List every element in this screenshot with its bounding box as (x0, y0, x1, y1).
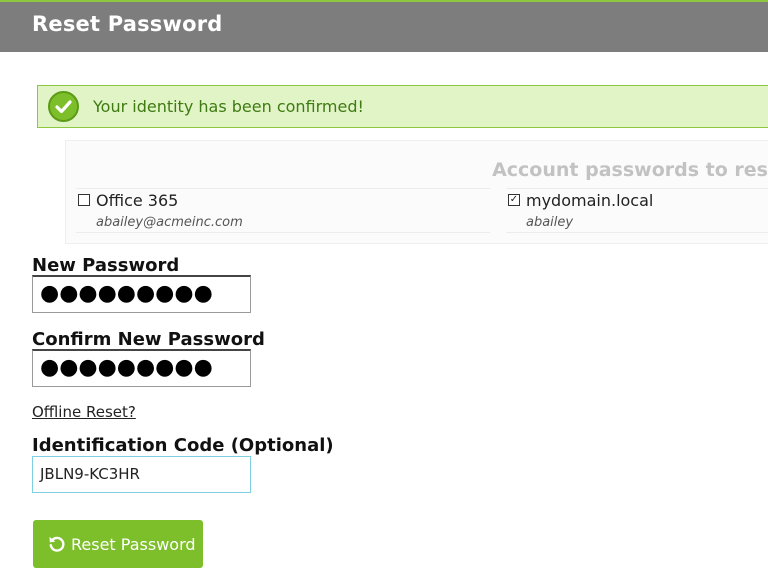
check-circle-icon (48, 91, 79, 122)
id-code-label: Identification Code (Optional) (32, 435, 334, 456)
account-name: mydomain.local (526, 191, 654, 210)
alert-message: Your identity has been confirmed! (93, 97, 364, 116)
reset-password-label: Reset Password (71, 535, 196, 554)
account-name: Office 365 (96, 191, 179, 210)
new-password-input[interactable]: ●●●●●●●●● (32, 275, 251, 313)
success-alert: Your identity has been confirmed! (37, 85, 768, 128)
id-code-input[interactable]: JBLN9-KC3HR (32, 456, 251, 493)
refresh-icon (48, 535, 66, 557)
account-user: abailey (526, 215, 574, 230)
account-item-office365: Office 365 abailey@acmeinc.com (76, 188, 490, 233)
reset-password-button[interactable]: Reset Password (33, 520, 203, 568)
offline-reset-link[interactable]: Offline Reset? (32, 403, 136, 421)
office365-checkbox[interactable] (78, 194, 90, 206)
mydomain-checkbox[interactable]: ✓ (508, 194, 520, 206)
confirm-password-label: Confirm New Password (32, 329, 265, 350)
new-password-label: New Password (32, 255, 180, 276)
confirm-password-input[interactable]: ●●●●●●●●● (32, 349, 251, 387)
account-item-mydomain: ✓ mydomain.local abailey (506, 188, 768, 233)
accounts-panel: Account passwords to reset Office 365 ab… (65, 140, 768, 244)
page-header: Reset Password (0, 0, 768, 52)
page-title: Reset Password (32, 12, 223, 36)
account-user: abailey@acmeinc.com (96, 215, 243, 230)
accounts-title: Account passwords to reset (492, 159, 768, 181)
